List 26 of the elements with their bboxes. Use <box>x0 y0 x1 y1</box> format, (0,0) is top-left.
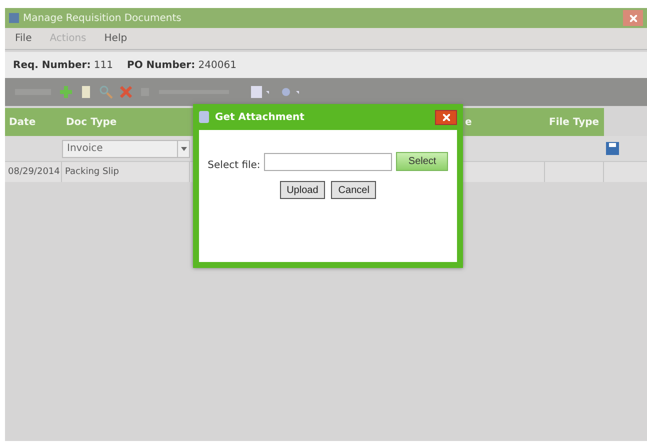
file-field[interactable] <box>264 153 392 171</box>
dialog-button[interactable]: Cancel <box>331 181 376 199</box>
table-cell: 08/29/2014 <box>5 162 62 182</box>
close-button[interactable] <box>435 110 457 124</box>
add-icon[interactable] <box>59 85 73 99</box>
select-button[interactable]: Select <box>396 152 448 171</box>
window-title: Manage Requisition Documents <box>23 12 182 24</box>
dialog-title: Get Attachment <box>215 112 304 122</box>
caret-icon <box>180 146 186 150</box>
menu-item[interactable]: Help <box>104 33 128 44</box>
close-button[interactable] <box>623 10 643 26</box>
menu-item[interactable]: File <box>15 33 32 44</box>
search-icon[interactable] <box>99 85 113 99</box>
close-icon <box>630 14 636 22</box>
info-field: Req. Number: 111 <box>13 60 113 70</box>
page-icon[interactable] <box>79 85 93 99</box>
close-icon <box>442 114 450 120</box>
delete-icon[interactable] <box>119 85 133 99</box>
dialog-icon <box>199 111 209 123</box>
window-icon <box>9 13 19 23</box>
field-label: Select file: <box>208 160 260 171</box>
table-cell: Packing Slip <box>62 162 190 182</box>
save-icon[interactable] <box>606 142 619 155</box>
dialog-button[interactable]: Upload <box>280 181 326 199</box>
doc-type-filter[interactable]: Invoice <box>62 140 190 158</box>
info-field: PO Number: 240061 <box>126 60 236 70</box>
